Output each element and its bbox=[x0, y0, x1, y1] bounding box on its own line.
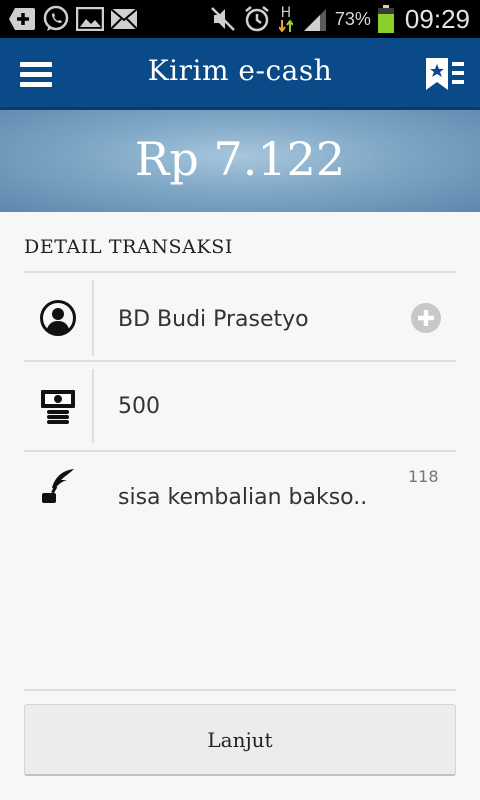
add-box-icon bbox=[8, 5, 36, 33]
gallery-icon bbox=[76, 5, 104, 33]
bookmark-list-icon[interactable] bbox=[424, 56, 466, 92]
mute-icon bbox=[209, 5, 237, 33]
page-title: Kirim e-cash bbox=[147, 54, 333, 87]
whatsapp-icon bbox=[42, 5, 70, 33]
app-bar: Kirim e-cash bbox=[0, 38, 480, 110]
char-counter: 118 bbox=[408, 467, 439, 486]
data-h-icon: H bbox=[277, 5, 295, 33]
alarm-icon bbox=[243, 5, 271, 33]
amount-field[interactable]: 500 bbox=[118, 394, 160, 419]
divider bbox=[92, 369, 94, 443]
status-bar: H 73% 09:29 bbox=[0, 0, 480, 38]
next-button[interactable]: Lanjut bbox=[24, 704, 456, 776]
quill-pen-icon bbox=[24, 462, 92, 510]
mail-icon bbox=[110, 5, 138, 33]
divider bbox=[24, 689, 456, 691]
section-title: DETAIL TRANSAKSI bbox=[24, 236, 233, 258]
money-icon bbox=[24, 370, 92, 442]
user-icon bbox=[24, 282, 92, 354]
balance-amount: Rp 7.122 bbox=[134, 132, 346, 186]
signal-icon bbox=[301, 5, 329, 33]
divider bbox=[24, 360, 456, 362]
battery-icon bbox=[377, 5, 395, 33]
divider bbox=[92, 280, 94, 356]
divider bbox=[24, 271, 456, 273]
balance-banner: Rp 7.122 bbox=[0, 110, 480, 212]
divider bbox=[24, 450, 456, 452]
add-circle-icon[interactable] bbox=[410, 302, 442, 334]
recipient-field[interactable]: BD Budi Prasetyo bbox=[118, 307, 309, 332]
note-field[interactable]: sisa kembalian bakso.. bbox=[118, 485, 367, 510]
